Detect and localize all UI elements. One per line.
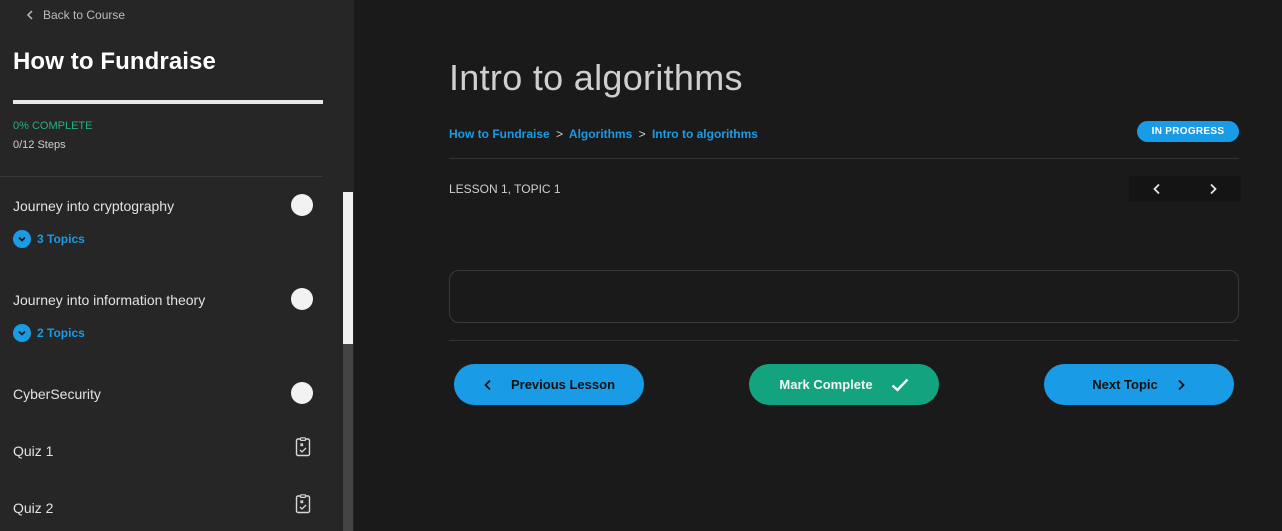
breadcrumb-lesson[interactable]: Algorithms bbox=[569, 127, 632, 141]
chevron-down-icon bbox=[13, 324, 31, 342]
lesson-title[interactable]: Journey into information theory bbox=[13, 292, 313, 308]
page-title: Intro to algorithms bbox=[449, 57, 743, 98]
lesson-item-cybersecurity[interactable]: CyberSecurity bbox=[13, 382, 313, 404]
sidebar-scrollbar[interactable] bbox=[343, 192, 353, 531]
quiz-item-1[interactable]: Quiz 1 bbox=[13, 437, 313, 459]
quiz-icon[interactable] bbox=[295, 437, 311, 457]
course-progress-bar bbox=[13, 100, 323, 104]
chevron-left-icon bbox=[484, 379, 491, 390]
quiz-item-2[interactable]: Quiz 2 bbox=[13, 494, 313, 516]
content-divider bbox=[449, 158, 1239, 159]
lesson-item-information-theory[interactable]: Journey into information theory 2 Topics bbox=[13, 288, 313, 342]
chevron-right-icon bbox=[1210, 183, 1217, 195]
breadcrumb-separator: > bbox=[556, 127, 564, 141]
topics-count: 3 Topics bbox=[37, 232, 85, 246]
breadcrumb: How to Fundraise > Algorithms > Intro to… bbox=[449, 127, 758, 141]
status-badge: IN PROGRESS bbox=[1137, 121, 1239, 142]
lesson-page: Back to Course How to Fundraise 0% COMPL… bbox=[0, 0, 1282, 531]
breadcrumb-separator: > bbox=[638, 127, 646, 141]
chevron-left-icon bbox=[26, 10, 33, 20]
progress-percent: 0% COMPLETE bbox=[13, 120, 93, 132]
lesson-item-cryptography[interactable]: Journey into cryptography 3 Topics bbox=[13, 194, 313, 248]
back-to-course-label: Back to Course bbox=[43, 8, 126, 22]
quiz-icon[interactable] bbox=[295, 494, 311, 514]
topics-count: 2 Topics bbox=[37, 326, 85, 340]
next-topic-button[interactable]: Next Topic bbox=[1044, 364, 1234, 405]
topic-content-box bbox=[449, 270, 1239, 323]
lesson-title[interactable]: Journey into cryptography bbox=[13, 198, 313, 214]
check-icon bbox=[891, 378, 908, 392]
content-divider bbox=[449, 340, 1239, 341]
breadcrumb-topic[interactable]: Intro to algorithms bbox=[652, 127, 758, 141]
back-to-course-link[interactable]: Back to Course bbox=[25, 8, 125, 22]
lesson-status-circle[interactable] bbox=[291, 194, 313, 216]
mark-complete-button[interactable]: Mark Complete bbox=[749, 364, 939, 405]
chevron-down-icon bbox=[13, 230, 31, 248]
topics-toggle[interactable]: 2 Topics bbox=[13, 324, 313, 342]
next-topic-label: Next Topic bbox=[1092, 377, 1158, 392]
chevron-left-icon bbox=[1153, 183, 1160, 195]
topic-nav-arrows bbox=[1129, 176, 1241, 202]
quiz-title[interactable]: Quiz 1 bbox=[13, 443, 313, 459]
topics-toggle[interactable]: 3 Topics bbox=[13, 230, 313, 248]
chevron-right-icon bbox=[1178, 379, 1185, 390]
lesson-status-circle[interactable] bbox=[291, 288, 313, 310]
lesson-status-circle[interactable] bbox=[291, 382, 313, 404]
course-title: How to Fundraise bbox=[13, 48, 216, 75]
lesson-content: Intro to algorithms How to Fundraise > A… bbox=[354, 0, 1282, 531]
sidebar-scrollbar-thumb[interactable] bbox=[343, 192, 353, 344]
breadcrumb-course[interactable]: How to Fundraise bbox=[449, 127, 550, 141]
lesson-topic-label: LESSON 1, TOPIC 1 bbox=[449, 182, 561, 196]
mark-complete-label: Mark Complete bbox=[779, 377, 873, 392]
previous-arrow-button[interactable] bbox=[1147, 179, 1167, 199]
quiz-title[interactable]: Quiz 2 bbox=[13, 500, 313, 516]
lesson-title[interactable]: CyberSecurity bbox=[13, 386, 313, 402]
next-arrow-button[interactable] bbox=[1203, 179, 1223, 199]
previous-lesson-button[interactable]: Previous Lesson bbox=[454, 364, 644, 405]
sidebar-divider bbox=[0, 176, 322, 177]
previous-lesson-label: Previous Lesson bbox=[510, 377, 616, 392]
course-sidebar: Back to Course How to Fundraise 0% COMPL… bbox=[0, 0, 354, 531]
progress-steps: 0/12 Steps bbox=[13, 139, 66, 151]
